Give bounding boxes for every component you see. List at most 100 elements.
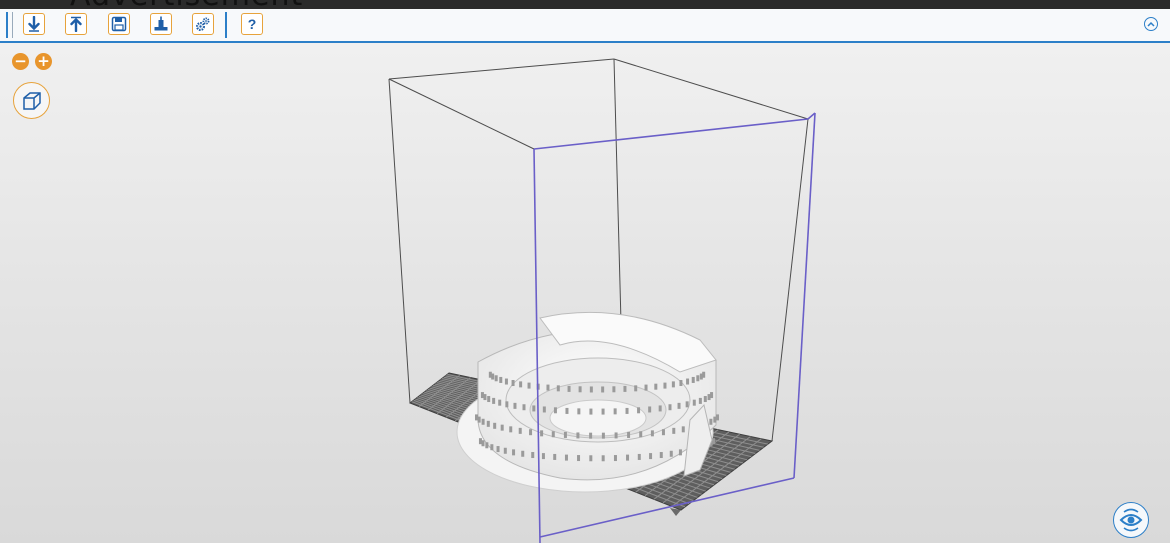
arch-opening — [649, 453, 653, 460]
arch-opening — [487, 396, 491, 403]
arch-opening — [623, 385, 627, 392]
arch-opening — [522, 404, 526, 411]
arch-opening — [601, 408, 605, 415]
arch-opening — [511, 380, 515, 387]
help-button[interactable]: ? — [241, 13, 263, 35]
arch-opening — [698, 397, 702, 404]
arch-opening — [659, 452, 663, 459]
arch-opening — [671, 381, 675, 388]
arch-opening — [483, 394, 487, 401]
arch-opening — [589, 386, 593, 393]
arch-opening — [577, 408, 581, 415]
arch-opening — [702, 371, 706, 378]
arch-opening — [498, 399, 502, 406]
arch-opening — [500, 424, 504, 431]
floppy-disk-icon — [111, 16, 127, 32]
gears-icon — [195, 17, 210, 32]
arch-opening — [692, 399, 696, 406]
arch-opening — [668, 404, 672, 411]
arch-opening — [686, 378, 690, 385]
arch-opening — [648, 406, 652, 413]
arch-opening — [626, 454, 630, 461]
arch-opening — [553, 407, 557, 414]
arch-opening — [481, 440, 485, 447]
arch-opening — [491, 373, 495, 380]
arch-opening — [679, 380, 683, 387]
upload-arrow-icon — [70, 16, 82, 32]
arch-opening — [650, 430, 654, 437]
arch-opening — [644, 384, 648, 391]
arch-opening — [658, 405, 662, 412]
arch-opening — [478, 438, 482, 445]
collapse-toolbar-button[interactable] — [1144, 17, 1158, 31]
arch-opening — [681, 426, 685, 433]
arch-opening — [637, 453, 641, 460]
arch-opening — [494, 375, 498, 382]
arch-opening — [475, 414, 479, 421]
arch-opening — [663, 382, 667, 389]
arch-opening — [486, 420, 490, 427]
arch-opening — [485, 442, 489, 449]
arch-opening — [512, 449, 516, 456]
arch-opening — [576, 432, 580, 439]
print-button[interactable] — [150, 13, 172, 35]
arch-opening — [551, 431, 555, 438]
arch-opening — [540, 430, 544, 437]
arch-opening — [685, 401, 689, 408]
arch-opening — [531, 452, 535, 459]
arch-opening — [477, 416, 481, 423]
arch-opening — [601, 432, 605, 439]
export-button[interactable] — [65, 13, 87, 35]
3d-viewport[interactable]: − + — [0, 43, 1170, 543]
arch-opening — [532, 405, 536, 412]
arch-opening — [556, 385, 560, 392]
arch-opening — [710, 392, 714, 399]
arch-opening — [613, 455, 617, 462]
arch-opening — [490, 444, 494, 451]
import-button[interactable] — [23, 13, 45, 35]
arch-opening — [601, 386, 605, 393]
arch-opening — [553, 453, 557, 460]
advertisement-text: Advertisement — [70, 0, 303, 9]
arch-opening — [612, 386, 616, 393]
toolbar-grip[interactable] — [6, 12, 13, 38]
arch-opening — [589, 455, 593, 462]
arch-opening — [496, 446, 500, 453]
print-layer-icon — [154, 16, 168, 31]
help-icon: ? — [247, 16, 257, 32]
arch-opening — [696, 375, 700, 382]
arch-opening — [541, 453, 545, 460]
settings-button[interactable] — [192, 13, 214, 35]
arch-opening — [625, 407, 629, 414]
arch-opening — [564, 454, 568, 461]
save-button[interactable] — [108, 13, 130, 35]
arch-opening — [505, 401, 509, 408]
arch-opening — [513, 402, 517, 409]
arch-opening — [713, 416, 717, 423]
arch-opening — [661, 429, 665, 436]
arch-opening — [481, 418, 485, 425]
arch-opening — [504, 378, 508, 385]
arch-opening — [703, 396, 707, 403]
camera-view-button[interactable] — [1113, 502, 1149, 538]
arch-opening — [601, 455, 605, 462]
arch-opening — [518, 427, 522, 434]
arch-opening — [637, 407, 641, 414]
arch-opening — [589, 408, 593, 415]
arch-opening — [492, 397, 496, 404]
arch-opening — [527, 382, 531, 389]
arch-opening — [509, 426, 513, 433]
arch-opening — [678, 449, 682, 456]
arch-opening — [639, 431, 643, 438]
download-arrow-icon — [28, 16, 40, 32]
chevron-up-icon — [1147, 21, 1155, 27]
arch-opening — [578, 386, 582, 393]
arch-opening — [669, 450, 673, 457]
arch-opening — [715, 414, 719, 421]
arch-opening — [546, 384, 550, 391]
arch-opening — [654, 383, 658, 390]
arch-opening — [542, 406, 546, 413]
arch-opening — [519, 381, 523, 388]
arch-opening — [709, 418, 713, 425]
toolbar-separator — [225, 12, 227, 38]
